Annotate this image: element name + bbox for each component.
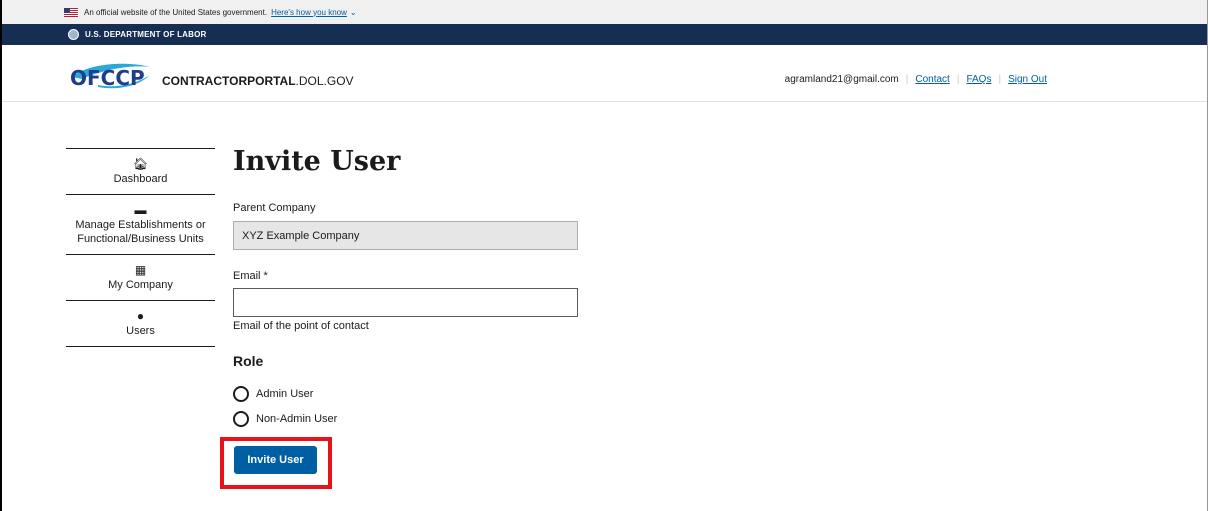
user-email: agramland21@gmail.com [784, 74, 899, 85]
gov-banner-text: An official website of the United States… [84, 7, 268, 17]
page-title: Invite User [233, 146, 401, 177]
dol-seal-icon [68, 29, 79, 40]
sidebar-item-manage-establishments[interactable]: ▬ Manage Establishments or Functional/Bu… [66, 195, 215, 255]
site-header: OFCCP CONTRACTORPORTAL.DOL.GOV agramland… [2, 45, 1207, 102]
folder-icon: ▬ [134, 203, 147, 217]
sidebar-item-my-company[interactable]: ▦ My Company [66, 255, 215, 301]
heres-how-you-know-link[interactable]: Here's how you know [271, 8, 347, 17]
us-flag-icon [64, 7, 78, 17]
parent-company-label: Parent Company [233, 202, 316, 214]
radio-admin-user[interactable]: Admin User [233, 386, 313, 402]
radio-circle[interactable] [233, 411, 249, 427]
sidebar-item-label: My Company [108, 279, 173, 291]
header-account-nav: agramland21@gmail.com | Contact | FAQs |… [784, 74, 1047, 85]
chevron-down-icon[interactable]: ⌄ [350, 8, 357, 17]
email-hint: Email of the point of contact [233, 320, 369, 332]
gov-banner: An official website of the United States… [2, 0, 1207, 24]
email-label: Email * [233, 270, 268, 282]
home-icon: 🏠︎ [132, 157, 149, 171]
sidebar-item-label: Users [126, 325, 155, 337]
parent-company-field: XYZ Example Company [233, 221, 578, 250]
sidebar-item-dashboard[interactable]: 🏠︎ Dashboard [66, 149, 215, 195]
sidebar-item-users[interactable]: ● Users [66, 301, 215, 347]
sidebar-item-label: Manage Establishments or Functional/Busi… [75, 219, 206, 245]
faqs-link[interactable]: FAQs [966, 74, 991, 85]
radio-label: Non-Admin User [256, 413, 338, 425]
email-field[interactable] [233, 288, 578, 317]
side-nav: 🏠︎ Dashboard ▬ Manage Establishments or … [66, 148, 215, 347]
sign-out-link[interactable]: Sign Out [1008, 74, 1047, 85]
invite-user-button[interactable]: Invite User [234, 446, 317, 474]
radio-circle[interactable] [233, 386, 249, 402]
radio-label: Admin User [256, 388, 314, 400]
role-heading: Role [233, 353, 264, 369]
radio-non-admin-user[interactable]: Non-Admin User [233, 411, 337, 427]
dol-bar-text[interactable]: U.S. DEPARTMENT OF LABOR [85, 30, 207, 39]
dol-bar: U.S. DEPARTMENT OF LABOR [2, 24, 1207, 45]
contact-link[interactable]: Contact [915, 74, 949, 85]
sidebar-item-label: Dashboard [113, 173, 168, 185]
user-icon: ● [136, 309, 145, 323]
site-name[interactable]: CONTRACTORPORTAL.DOL.GOV [162, 74, 354, 88]
ofccp-logo[interactable]: OFCCP [68, 59, 152, 91]
logo-text: OFCCP [70, 66, 145, 90]
building-icon: ▦ [134, 263, 147, 277]
